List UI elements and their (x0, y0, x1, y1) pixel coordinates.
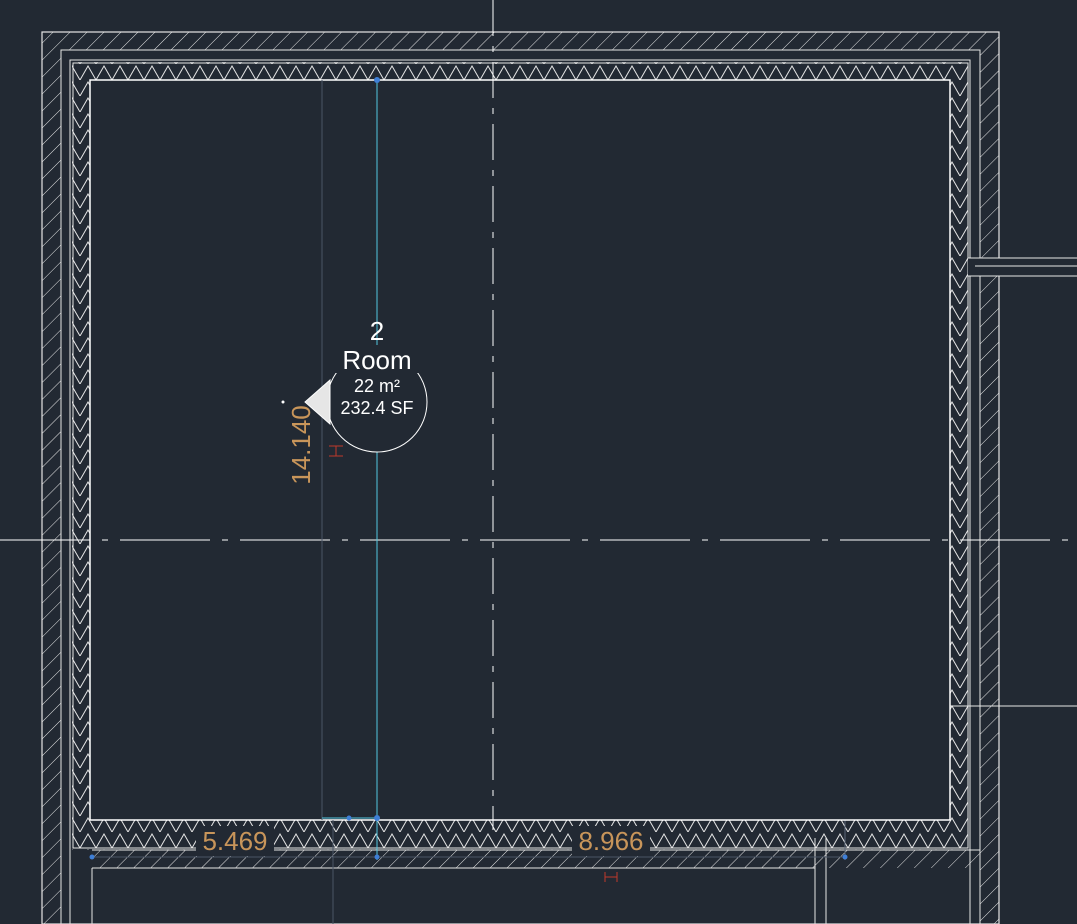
dimension-tick-icon (604, 872, 618, 882)
dimension-text-vertical: 14.140 (286, 405, 316, 485)
room-area-imperial: 232.4 SF (340, 398, 413, 418)
grip-handle (281, 400, 285, 404)
grip-handle (374, 815, 380, 821)
dimension-text-left: 5.469 (202, 826, 267, 856)
grip-handle (89, 854, 95, 860)
dimension-horizontal-left[interactable]: 5.469 (196, 826, 274, 856)
grip-handle (374, 77, 380, 83)
room-area-metric: 22 m² (354, 376, 400, 396)
grip-handle (842, 854, 848, 860)
cad-drawing-canvas[interactable]: 2 Room 22 m² 232.4 SF 14.140 5.469 8.966 (0, 0, 1077, 924)
grip-handle (374, 854, 380, 860)
dimension-text-right: 8.966 (578, 826, 643, 856)
room-boundary[interactable] (89, 79, 951, 821)
dimension-horizontal-right[interactable]: 8.966 (572, 826, 650, 882)
room-name: Room (342, 345, 411, 375)
room-number: 2 (370, 316, 384, 346)
grip-handle (346, 815, 352, 821)
